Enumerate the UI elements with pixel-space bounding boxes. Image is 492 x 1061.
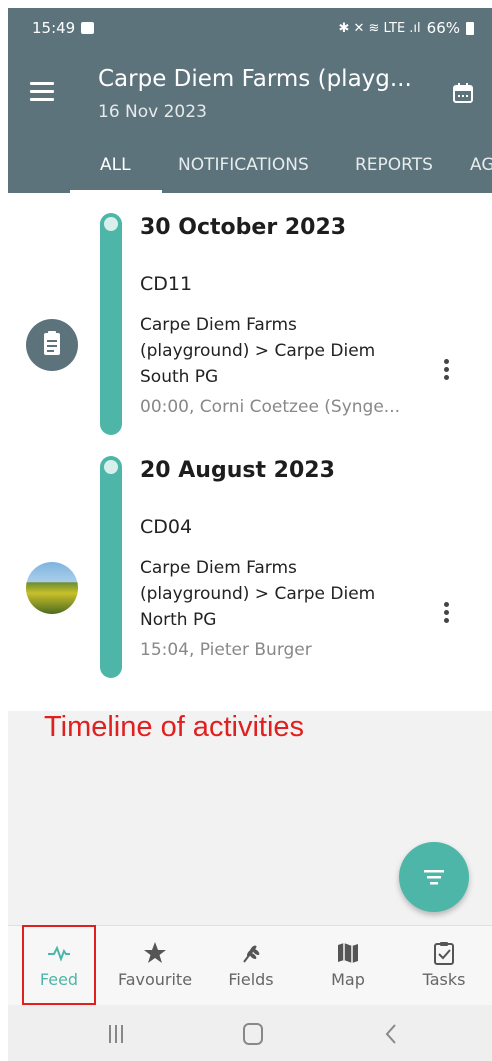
more-options-icon[interactable] [444, 602, 450, 624]
filter-button[interactable] [399, 842, 469, 912]
entry-location-line: South PG [140, 367, 219, 387]
status-icons: ✱ ✕ ≋ LTE .ıl 66% [338, 19, 474, 37]
app-bar: Carpe Diem Farms (playg... 16 Nov 2023 A… [8, 48, 492, 193]
system-navigation [8, 1005, 492, 1061]
nav-map[interactable]: Map [318, 926, 378, 1006]
field-photo [26, 562, 78, 614]
status-time: 15:49 [32, 19, 95, 37]
timeline-dot [104, 460, 118, 474]
more-options-icon[interactable] [444, 359, 450, 381]
task-check-icon [434, 942, 454, 965]
entry-date: 30 October 2023 [140, 215, 347, 240]
nav-fields[interactable]: Fields [218, 926, 284, 1006]
timeline-bar [100, 456, 122, 678]
entry-code: CD11 [140, 273, 193, 295]
nav-tasks-label: Tasks [422, 970, 466, 989]
battery-text: 66% [426, 19, 460, 37]
nav-favourite-label: Favourite [117, 970, 193, 989]
status-icons-text: ✱ ✕ ≋ LTE .ıl [338, 20, 421, 36]
nav-fields-label: Fields [228, 970, 274, 989]
status-time-text: 15:49 [32, 19, 76, 37]
map-icon [338, 943, 358, 963]
filter-icon [424, 870, 444, 885]
wheat-icon [243, 945, 260, 963]
entry-date: 20 August 2023 [140, 458, 335, 483]
nav-tasks[interactable]: Tasks [412, 926, 476, 1006]
entry-location-line: (playground) > Carpe Diem [140, 341, 376, 361]
activity-feed: 30 October 2023 CD11 Carpe Diem Farms (p… [8, 193, 492, 711]
clipboard-icon [26, 319, 78, 371]
star-icon [144, 942, 166, 963]
nav-map-label: Map [331, 970, 365, 989]
entry-meta: 15:04, Pieter Burger [140, 640, 312, 660]
entry-location-line: Carpe Diem Farms [140, 558, 297, 578]
timeline-bar [100, 213, 122, 435]
feed-item[interactable]: 30 October 2023 CD11 Carpe Diem Farms (p… [8, 193, 492, 435]
tab-ag[interactable]: AG [470, 153, 492, 193]
page-title: Carpe Diem Farms (playg... [98, 66, 412, 92]
timeline-dot [104, 217, 118, 231]
entry-code: CD04 [140, 516, 193, 538]
back-icon[interactable] [385, 1024, 396, 1044]
entry-location-line: North PG [140, 610, 217, 630]
recent-apps-icon[interactable] [109, 1025, 123, 1043]
tab-bar: ALL NOTIFICATIONS REPORTS AG [8, 153, 492, 193]
status-bar: 15:49 ✱ ✕ ≋ LTE .ıl 66% [8, 8, 492, 48]
entry-meta: 00:00, Corni Coetzee (Synge... [140, 397, 401, 417]
tab-notifications[interactable]: NOTIFICATIONS [178, 153, 309, 193]
battery-icon [466, 21, 474, 35]
calendar-icon[interactable] [452, 82, 474, 104]
feed-highlight-box [22, 925, 96, 1005]
entry-location-line: Carpe Diem Farms [140, 315, 297, 335]
annotation-label: Timeline of activities [44, 711, 305, 743]
image-notification-icon [81, 22, 95, 34]
hamburger-icon[interactable] [30, 82, 54, 102]
tab-reports[interactable]: REPORTS [355, 153, 433, 193]
phone-screen: 15:49 ✱ ✕ ≋ LTE .ıl 66% Carpe Diem Farms… [8, 8, 492, 1061]
entry-location-line: (playground) > Carpe Diem [140, 584, 376, 604]
home-icon[interactable] [243, 1023, 263, 1045]
tab-all[interactable]: ALL [100, 153, 131, 193]
nav-favourite[interactable]: Favourite [112, 926, 198, 1006]
feed-item[interactable]: 20 August 2023 CD04 Carpe Diem Farms (pl… [8, 436, 492, 678]
page-date: 16 Nov 2023 [98, 102, 207, 122]
